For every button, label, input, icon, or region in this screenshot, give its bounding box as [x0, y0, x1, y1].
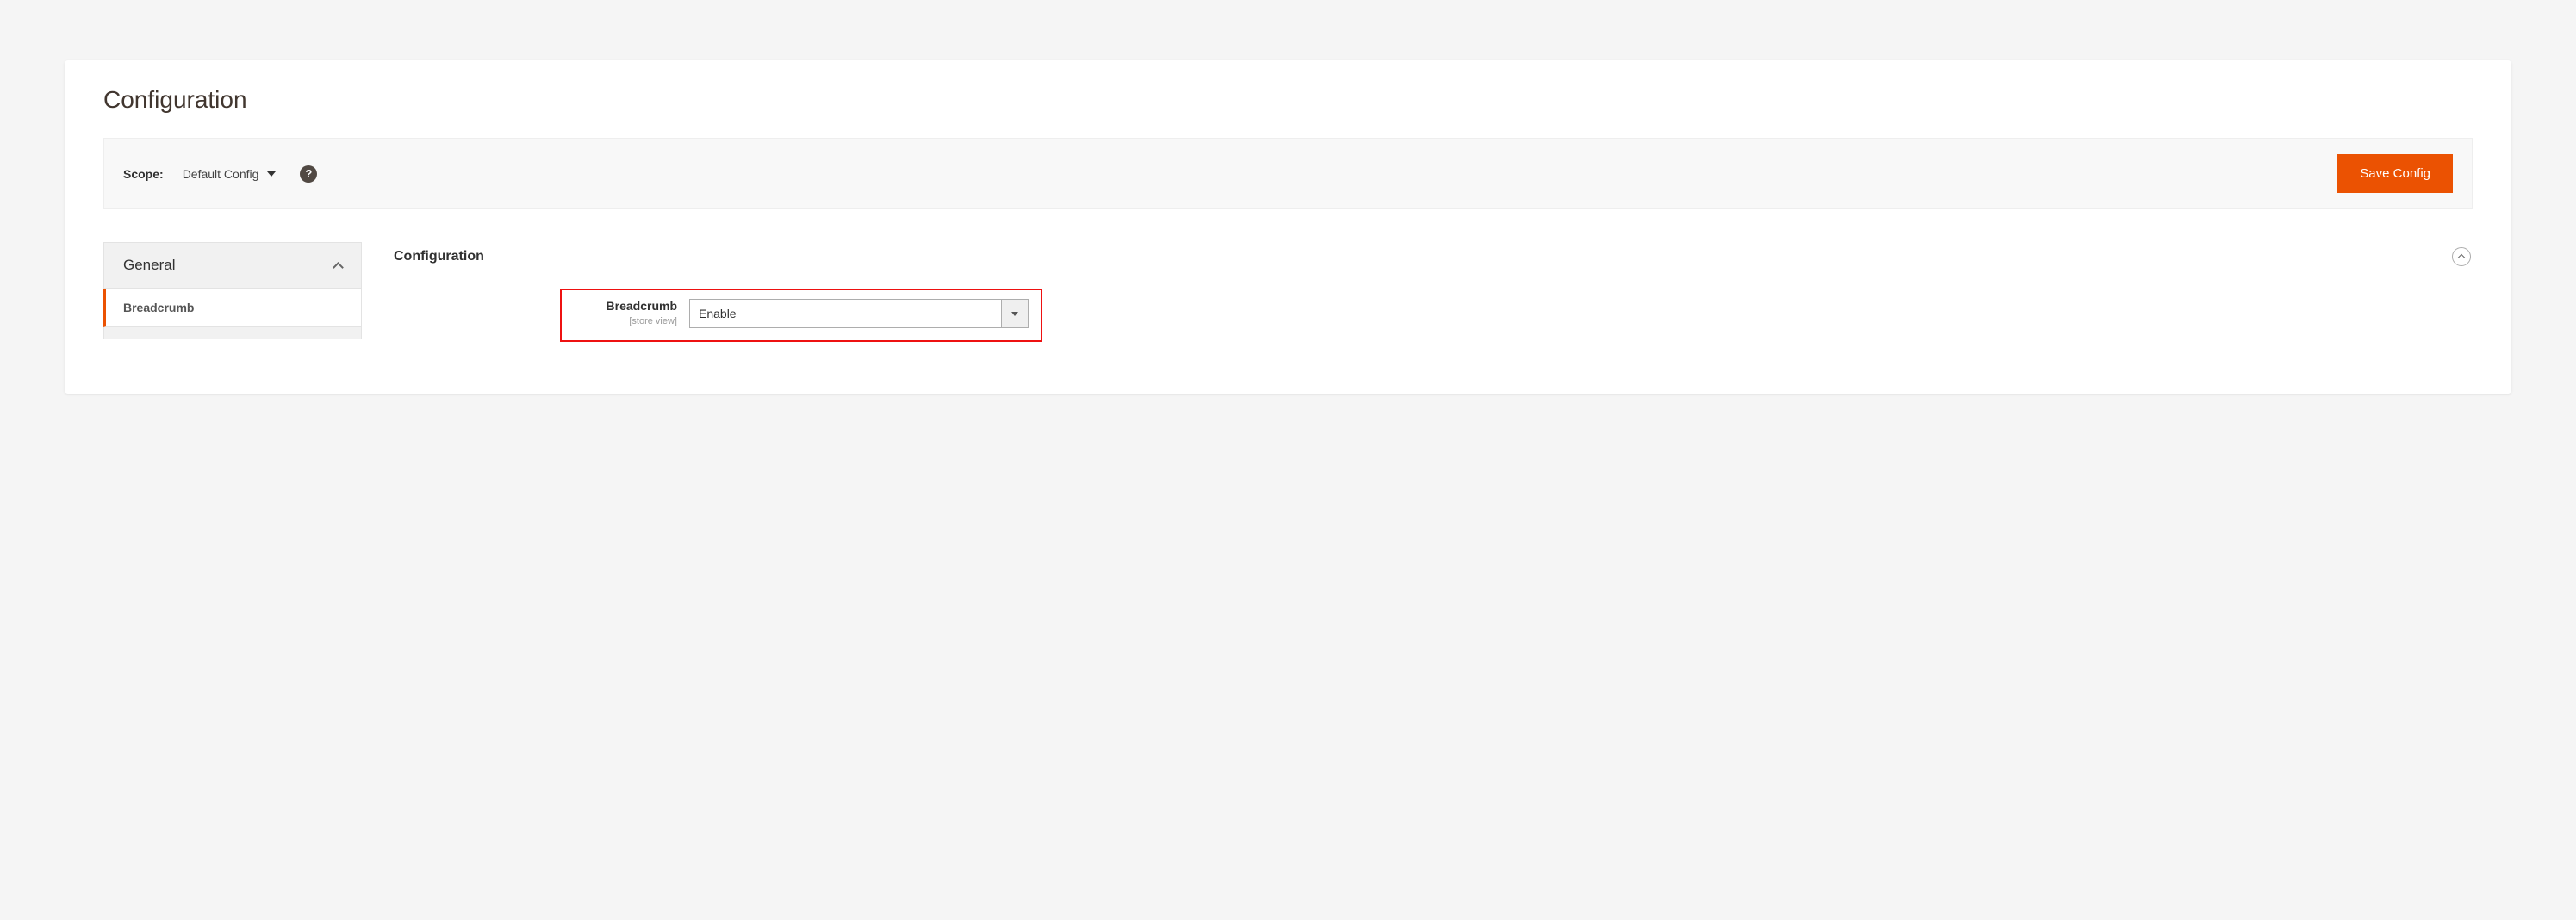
breadcrumb-select[interactable] — [689, 299, 1029, 328]
main-area: Configuration Breadcrumb [store view] — [392, 242, 2473, 342]
field-highlight-box: Breadcrumb [store view] — [560, 289, 1042, 342]
collapse-toggle[interactable] — [2452, 247, 2471, 266]
sidebar-section-general[interactable]: General — [103, 242, 362, 289]
sidebar: General Breadcrumb — [103, 242, 362, 342]
scope-left: Scope: Default Config ? — [123, 165, 317, 183]
group-title: Configuration — [394, 249, 484, 264]
scope-select[interactable]: Default Config — [183, 167, 277, 181]
field-label-wrap: Breadcrumb [store view] — [574, 299, 677, 328]
page-title: Configuration — [103, 86, 2473, 114]
help-icon[interactable]: ? — [300, 165, 317, 183]
sidebar-section-label: General — [123, 257, 175, 274]
breadcrumb-select-wrap — [689, 299, 1029, 328]
sidebar-spacer — [103, 327, 362, 339]
field-scope-note: [store view] — [629, 316, 677, 326]
scope-bar: Scope: Default Config ? Save Config — [103, 138, 2473, 209]
save-config-button[interactable]: Save Config — [2337, 154, 2453, 193]
sidebar-item-breadcrumb[interactable]: Breadcrumb — [103, 289, 362, 327]
content-row: General Breadcrumb Configuration Breadcr… — [103, 242, 2473, 342]
chevron-up-icon — [333, 262, 344, 273]
group-header[interactable]: Configuration — [392, 242, 2473, 289]
scope-selected-value: Default Config — [183, 167, 259, 181]
caret-down-icon — [267, 171, 276, 177]
chevron-up-icon — [2458, 254, 2465, 261]
config-panel: Configuration Scope: Default Config ? Sa… — [65, 60, 2511, 394]
scope-label: Scope: — [123, 167, 164, 181]
field-label: Breadcrumb — [574, 299, 677, 313]
